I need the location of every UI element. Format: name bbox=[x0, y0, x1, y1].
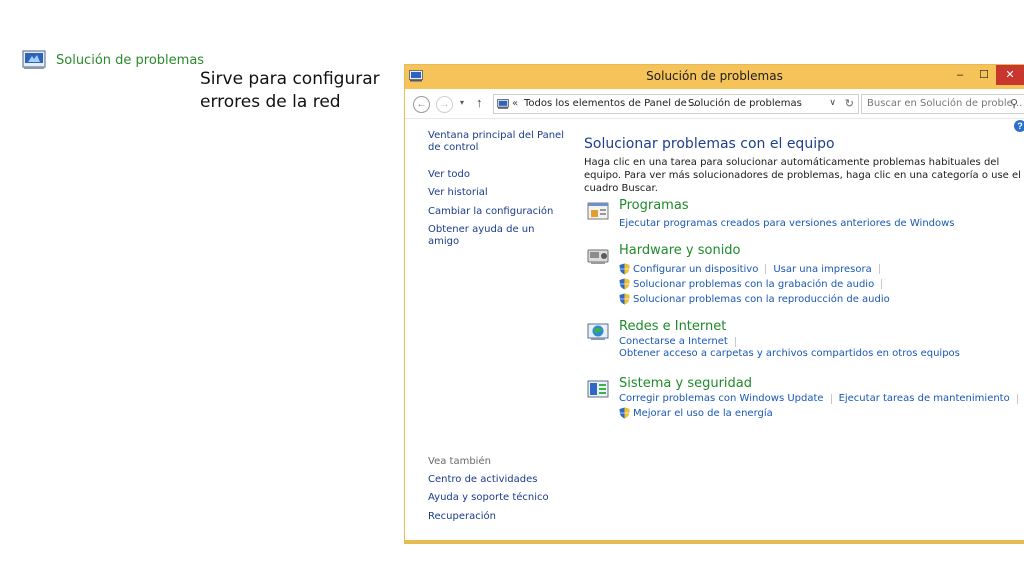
link-separator bbox=[1016, 393, 1018, 404]
link-configure-device[interactable]: Configurar un dispositivo bbox=[633, 264, 758, 275]
programs-links-row: Ejecutar programas creados para versione… bbox=[619, 218, 955, 229]
uac-shield-icon bbox=[619, 278, 630, 290]
address-dropdown-icon[interactable]: ∨ bbox=[829, 98, 836, 108]
network-links-row-2: Obtener acceso a carpetas y archivos com… bbox=[619, 348, 960, 359]
control-panel-icon bbox=[497, 99, 509, 109]
link-separator bbox=[734, 336, 736, 347]
troubleshooting-shortcut-label: Solución de problemas bbox=[56, 52, 205, 68]
network-internet-icon bbox=[587, 323, 609, 340]
troubleshooting-shortcut[interactable]: Solución de problemas bbox=[22, 50, 204, 70]
window-title: Solución de problemas bbox=[646, 69, 783, 83]
refresh-icon[interactable]: ↻ bbox=[845, 97, 854, 110]
up-button[interactable]: ↑ bbox=[476, 95, 483, 110]
breadcrumb-separator[interactable]: › bbox=[677, 98, 681, 109]
help-icon[interactable]: ? bbox=[1014, 120, 1024, 132]
see-also-heading: Vea también bbox=[428, 456, 491, 467]
breadcrumb-all-control-panel[interactable]: Todos los elementos de Panel de ... bbox=[524, 98, 699, 109]
link-audio-playback[interactable]: Solucionar problemas con la reproducción… bbox=[633, 294, 890, 305]
sidebar: Ventana principal del Panel de control V… bbox=[405, 120, 573, 543]
network-links-row-1: Conectarse a Internet bbox=[619, 336, 743, 347]
breadcrumb-troubleshooting[interactable]: Solución de problemas bbox=[688, 98, 802, 109]
link-shared-folders[interactable]: Obtener acceso a carpetas y archivos com… bbox=[619, 348, 960, 359]
sidebar-link-recovery[interactable]: Recuperación bbox=[428, 511, 568, 523]
breadcrumb-root-chevron[interactable]: « bbox=[512, 98, 518, 109]
sidebar-link-action-center[interactable]: Centro de actividades bbox=[428, 474, 568, 486]
hardware-links-row-1: Configurar un dispositivo Usar una impre… bbox=[619, 263, 887, 275]
main-content: ? Solucionar problemas con el equipo Hag… bbox=[573, 120, 1024, 543]
page-title: Solucionar problemas con el equipo bbox=[584, 136, 835, 152]
search-input[interactable]: Buscar en Solución de proble... ⚲ bbox=[861, 94, 1024, 114]
programs-icon bbox=[587, 202, 609, 220]
link-maintenance-tasks[interactable]: Ejecutar tareas de mantenimiento bbox=[839, 393, 1010, 404]
category-network-internet-title[interactable]: Redes e Internet bbox=[619, 319, 726, 334]
back-button[interactable]: ← bbox=[413, 96, 430, 113]
hardware-links-row-2: Solucionar problemas con la grabación de… bbox=[619, 278, 889, 290]
link-audio-recording[interactable]: Solucionar problemas con la grabación de… bbox=[633, 279, 874, 290]
sidebar-link-help-support[interactable]: Ayuda y soporte técnico bbox=[428, 492, 568, 504]
sidebar-link-get-help-friend[interactable]: Obtener ayuda de un amigo bbox=[428, 224, 568, 248]
system-links-row-2: Mejorar el uso de la energía bbox=[619, 407, 773, 419]
link-connect-internet[interactable]: Conectarse a Internet bbox=[619, 336, 728, 347]
link-windows-update[interactable]: Corregir problemas con Windows Update bbox=[619, 393, 824, 404]
uac-shield-icon bbox=[619, 407, 630, 419]
window-bottom-border bbox=[405, 540, 1024, 543]
sidebar-link-view-history[interactable]: Ver historial bbox=[428, 187, 568, 199]
window-titlebar[interactable]: Solución de problemas – ☐ ✕ bbox=[405, 65, 1024, 89]
link-separator bbox=[765, 264, 767, 274]
category-hardware-sound-title[interactable]: Hardware y sonido bbox=[619, 243, 741, 258]
link-separator bbox=[830, 393, 832, 404]
link-use-printer[interactable]: Usar una impresora bbox=[773, 264, 871, 275]
link-separator bbox=[878, 264, 880, 274]
uac-shield-icon bbox=[619, 263, 630, 275]
category-programs-title[interactable]: Programas bbox=[619, 198, 689, 213]
sidebar-link-change-settings[interactable]: Cambiar la configuración bbox=[428, 206, 568, 218]
hardware-sound-icon bbox=[587, 249, 609, 264]
system-security-icon bbox=[587, 380, 609, 398]
slide-caption: Sirve para configurar errores de la red bbox=[200, 68, 400, 114]
sidebar-link-control-panel-home[interactable]: Ventana principal del Panel de control bbox=[428, 130, 568, 154]
slide: Solución de problemas Sirve para configu… bbox=[0, 0, 1024, 576]
troubleshooting-window: Solución de problemas – ☐ ✕ ← → ▾ ↑ « To… bbox=[404, 64, 1024, 544]
caption-line-2: errores de la red bbox=[200, 92, 341, 112]
search-icon[interactable]: ⚲ bbox=[1010, 97, 1018, 110]
forward-button[interactable]: → bbox=[436, 96, 453, 113]
minimize-button[interactable]: – bbox=[948, 65, 972, 85]
system-links-row-1: Corregir problemas con Windows Update Ej… bbox=[619, 393, 1024, 404]
close-button[interactable]: ✕ bbox=[996, 65, 1024, 85]
control-panel-icon bbox=[22, 50, 46, 69]
caption-line-1: Sirve para configurar bbox=[200, 69, 380, 89]
page-description: Haga clic en una tarea para solucionar a… bbox=[584, 157, 1021, 194]
category-system-security-title[interactable]: Sistema y seguridad bbox=[619, 376, 752, 391]
link-separator bbox=[881, 279, 883, 289]
maximize-button[interactable]: ☐ bbox=[972, 65, 996, 85]
link-run-older-programs[interactable]: Ejecutar programas creados para versione… bbox=[619, 218, 955, 229]
window-controls: – ☐ ✕ bbox=[948, 65, 1024, 87]
link-power-usage[interactable]: Mejorar el uso de la energía bbox=[633, 408, 773, 419]
sidebar-link-view-all[interactable]: Ver todo bbox=[428, 169, 568, 181]
uac-shield-icon bbox=[619, 293, 630, 305]
hardware-links-row-3: Solucionar problemas con la reproducción… bbox=[619, 293, 890, 305]
address-field[interactable]: « Todos los elementos de Panel de ... › … bbox=[493, 94, 859, 114]
recent-locations-dropdown[interactable]: ▾ bbox=[460, 98, 464, 107]
search-placeholder: Buscar en Solución de proble... bbox=[867, 98, 1023, 109]
address-toolbar: ← → ▾ ↑ « Todos los elementos de Panel d… bbox=[405, 89, 1024, 119]
